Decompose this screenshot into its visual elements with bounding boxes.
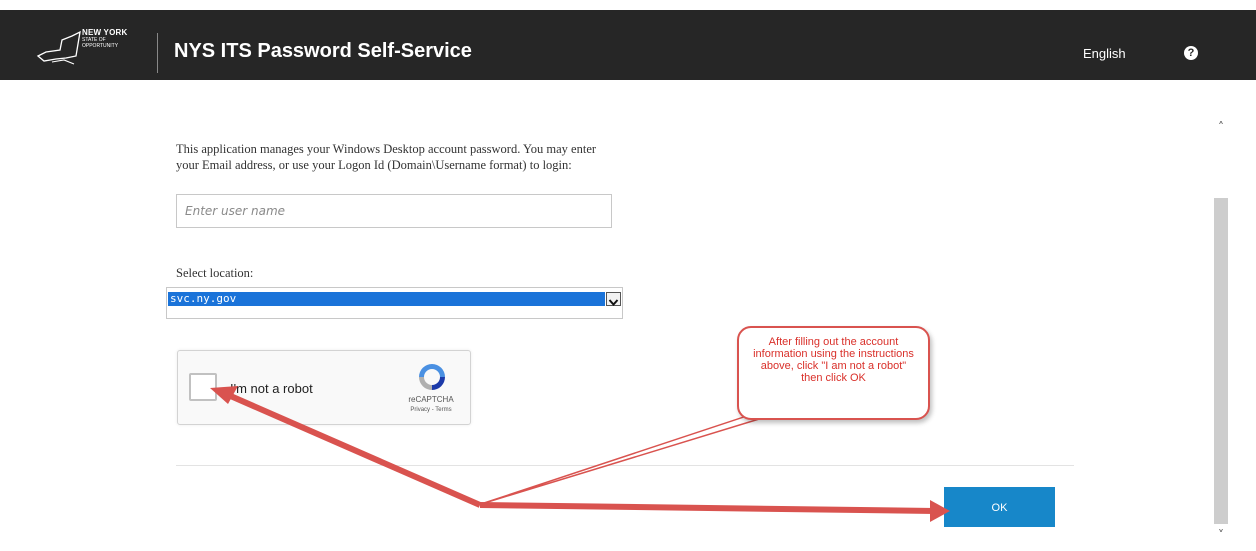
intro-text: This application manages your Windows De… [176,142,597,172]
question-circle-icon[interactable]: ? [1184,46,1198,60]
header-divider [157,33,158,73]
recaptcha-privacy-terms[interactable]: Privacy - Terms [392,407,470,413]
page-scrollbar[interactable]: ˄ ˅ [1212,120,1230,551]
callout-pointer [477,404,806,506]
recaptcha-label: I'm not a robot [230,381,313,396]
instruction-callout: After filling out the account informatio… [737,326,930,420]
language-selector[interactable]: English [1083,46,1126,61]
header-bar: NEW YORK STATE OF OPPORTUNITY NYS ITS Pa… [0,10,1256,80]
chevron-down-icon [608,299,619,307]
location-select[interactable]: svc.ny.gov [166,287,623,319]
ok-button[interactable]: OK [944,487,1055,527]
recaptcha-checkbox[interactable] [189,373,217,401]
location-label: Select location: [176,266,254,280]
location-selected-value: svc.ny.gov [168,292,605,306]
select-dropdown-button[interactable] [606,292,621,307]
username-input[interactable] [176,194,612,228]
recaptcha-logo-icon [419,364,445,390]
chevron-up-icon[interactable]: ˄ [1212,120,1230,142]
chevron-down-icon[interactable]: ˅ [1212,528,1230,548]
form-divider [176,465,1074,466]
logo-wordmark: NEW YORK STATE OF OPPORTUNITY [82,29,127,49]
logo-line-3: OPPORTUNITY [82,43,119,49]
arrow-to-ok-line [479,502,936,514]
scrollbar-thumb[interactable] [1214,198,1228,524]
recaptcha-widget: I'm not a robot reCAPTCHA Privacy - Term… [177,350,471,425]
recaptcha-brand: reCAPTCHA [408,395,454,404]
logo-line-1: NEW YORK [82,28,128,37]
app-title: NYS ITS Password Self-Service [174,40,472,62]
